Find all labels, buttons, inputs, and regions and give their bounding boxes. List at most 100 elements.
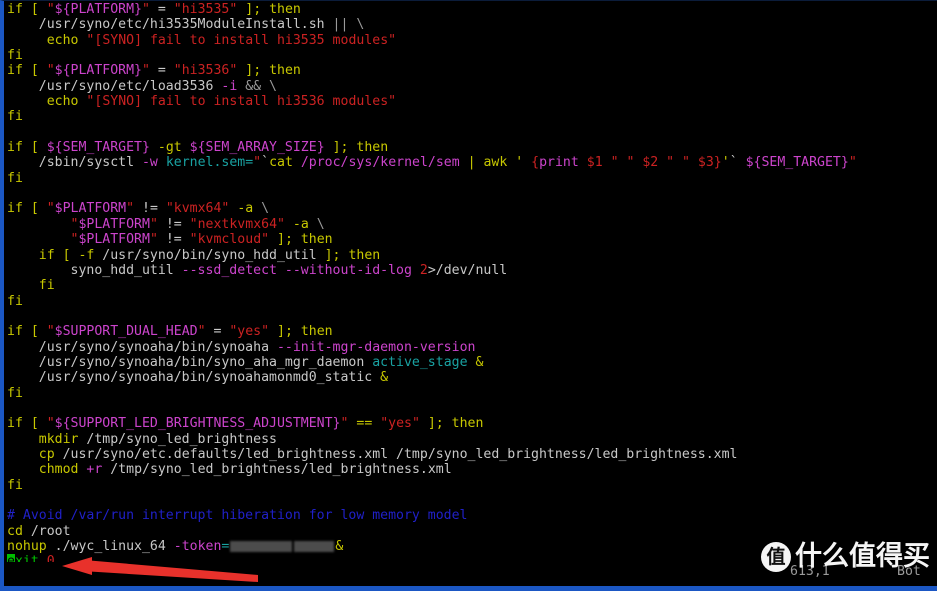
code-token: $PLATFORM xyxy=(54,201,127,217)
vim-editor-buffer[interactable]: if [ "${PLATFORM}" = "hi3535" ]; then /u… xyxy=(4,1,937,570)
code-line[interactable]: chmod +r /tmp/syno_led_brightness/led_br… xyxy=(7,462,937,477)
code-token: fi xyxy=(7,385,23,401)
code-line[interactable]: /usr/syno/etc/load3536 -i && \ xyxy=(7,79,937,94)
code-line[interactable]: if [ "$SUPPORT_DUAL_HEAD" = "yes" ]; the… xyxy=(7,324,937,339)
code-line[interactable]: fi xyxy=(7,109,937,124)
code-token: chmod xyxy=(38,462,79,478)
code-line[interactable]: /usr/syno/synoaha/bin/syno_aha_mgr_daemo… xyxy=(7,355,937,370)
code-token: then xyxy=(269,63,301,79)
code-line[interactable]: syno_hdd_util --ssd_detect --without-id-… xyxy=(7,263,937,278)
code-token: /usr/syno/etc/hi3535ModuleInstall.sh xyxy=(7,17,333,33)
code-token: ./wyc_linux_64 xyxy=(46,539,174,555)
code-token: " xyxy=(142,2,150,17)
code-token: -a xyxy=(292,216,309,232)
code-line[interactable]: fi xyxy=(7,48,937,63)
code-token: cd xyxy=(7,523,23,539)
code-token: { xyxy=(523,155,540,171)
code-line[interactable]: echo "[SYNO] fail to install hi3536 modu… xyxy=(7,94,937,109)
code-line[interactable]: "$PLATFORM" != "nextkvmx64" -a \ xyxy=(7,217,937,232)
code-token: -i xyxy=(221,78,238,94)
code-token: | xyxy=(459,155,484,171)
code-token: $PLATFORM xyxy=(78,232,150,248)
code-token: " xyxy=(46,63,55,79)
code-token: \ xyxy=(316,216,325,232)
code-line[interactable]: fi xyxy=(7,171,937,186)
code-line[interactable] xyxy=(7,125,937,140)
code-line[interactable]: if [ ${SEM_TARGET} -gt ${SEM_ARRAY_SIZE}… xyxy=(7,140,937,155)
code-token: if [ xyxy=(7,324,47,340)
code-line[interactable]: if [ "$PLATFORM" != "kvmx64" -a \ xyxy=(7,201,937,216)
code-token: then xyxy=(269,2,301,17)
code-line[interactable]: mkdir /tmp/syno_led_brightness xyxy=(7,432,937,447)
code-token: -token xyxy=(173,539,222,555)
code-token: " xyxy=(388,94,397,110)
code-token: /root xyxy=(22,523,71,539)
code-token: fi xyxy=(7,477,23,493)
code-line[interactable]: "$PLATFORM" != "kvmcloud" ]; then xyxy=(7,232,937,247)
code-token: \ xyxy=(269,78,277,94)
code-line[interactable] xyxy=(7,186,937,201)
code-token: /usr/syno/bin/syno_hdd_util xyxy=(94,247,317,263)
code-token: && xyxy=(245,78,270,94)
code-line[interactable]: if [ "${PLATFORM}" = "hi3535" ]; then xyxy=(7,2,937,17)
code-token: $PLATFORM xyxy=(78,216,150,232)
code-token: fi xyxy=(7,170,23,186)
code-token: ` xyxy=(261,155,270,171)
code-line[interactable]: fi xyxy=(7,478,937,493)
code-token: "hi3536" xyxy=(173,63,238,79)
code-token: /tmp/syno_led_brightness/led_brightness.… xyxy=(102,462,452,478)
code-token: fi xyxy=(7,48,23,64)
code-line[interactable]: fi xyxy=(7,386,937,401)
code-token: " xyxy=(142,63,150,79)
code-line[interactable]: cp /usr/syno/etc.defaults/led_brightness… xyxy=(7,447,937,462)
code-line[interactable]: /usr/syno/synoaha/bin/synoahamonmd0_stat… xyxy=(7,370,937,385)
code-token: ${SEM_ARRAY_SIZE} xyxy=(189,140,325,156)
code-token: = xyxy=(149,2,174,17)
code-token: cp xyxy=(38,446,55,462)
code-token: cat xyxy=(269,155,293,171)
code-token: 2 xyxy=(419,262,428,278)
code-line[interactable]: /usr/syno/synoaha/bin/synoaha --init-mgr… xyxy=(7,340,937,355)
code-token: " xyxy=(46,324,55,340)
code-token: if [ xyxy=(38,247,79,263)
code-token: == xyxy=(348,416,381,432)
code-token: "yes" xyxy=(229,324,270,340)
code-token: -a xyxy=(237,201,254,217)
code-token: ]; xyxy=(237,2,270,17)
code-token: /sbin/sysctl xyxy=(7,155,142,171)
code-line[interactable]: echo "[SYNO] fail to install hi3535 modu… xyxy=(7,33,937,48)
code-token: syno_hdd_util xyxy=(7,262,182,278)
code-token: ]; xyxy=(316,247,349,263)
code-line[interactable] xyxy=(7,493,937,508)
code-token: then xyxy=(300,232,333,248)
code-token: ${PLATFORM} xyxy=(54,63,142,79)
code-token: " xyxy=(126,201,135,217)
code-line[interactable]: fi xyxy=(7,278,937,293)
code-token: kernel.sem= xyxy=(165,155,254,171)
code-token: " xyxy=(149,232,158,248)
code-token: $1 " " $2 " " $3} xyxy=(578,155,722,171)
code-line[interactable]: # Avoid /var/run interrupt hiberation fo… xyxy=(7,508,937,523)
code-line[interactable]: if [ "${SUPPORT_LED_BRIGHTNESS_ADJUSTMEN… xyxy=(7,416,937,431)
code-token: active_stage xyxy=(372,354,468,370)
code-token: if [ xyxy=(7,2,47,17)
code-line[interactable]: if [ "${PLATFORM}" = "hi3536" ]; then xyxy=(7,63,937,78)
code-line[interactable] xyxy=(7,401,937,416)
code-line[interactable] xyxy=(7,309,937,324)
code-line[interactable]: fi xyxy=(7,294,937,309)
code-line[interactable]: /sbin/sysctl -w kernel.sem="`cat /proc/s… xyxy=(7,155,937,170)
code-token: ]; xyxy=(269,232,301,248)
code-token: echo xyxy=(46,94,79,110)
code-line[interactable]: cd /root xyxy=(7,524,937,539)
code-token: +r xyxy=(86,462,103,478)
code-line[interactable]: if [ -f /usr/syno/bin/syno_hdd_util ]; t… xyxy=(7,248,937,263)
code-line[interactable]: /usr/syno/etc/hi3535ModuleInstall.sh || … xyxy=(7,17,937,32)
code-token: /proc/sys/kernel/sem xyxy=(300,155,460,171)
code-token: -gt xyxy=(157,140,182,156)
